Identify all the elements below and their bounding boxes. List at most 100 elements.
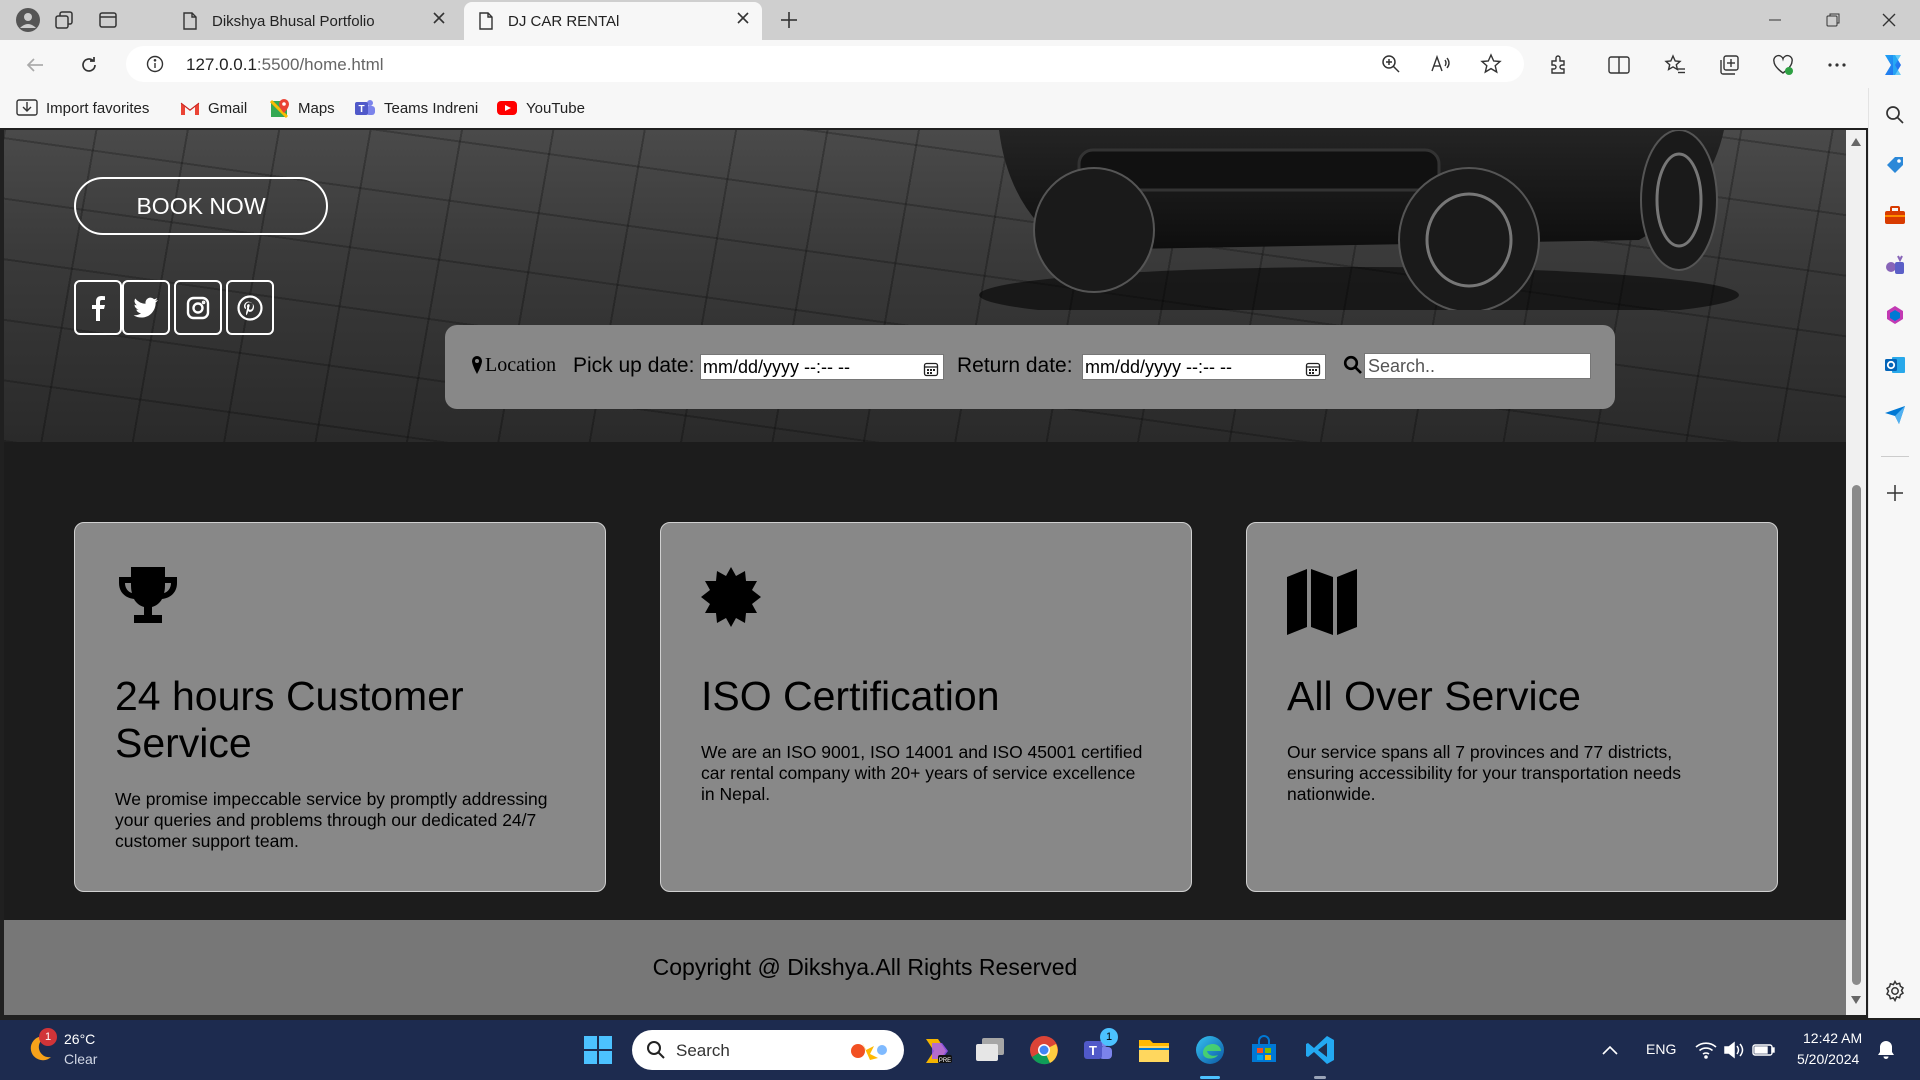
import-icon xyxy=(16,98,38,118)
microsoft-store-icon[interactable] xyxy=(1246,1032,1282,1068)
zoom-icon[interactable] xyxy=(1378,51,1404,77)
tab-car-rental[interactable]: DJ CAR RENTAl xyxy=(464,2,762,40)
minimize-button[interactable] xyxy=(1752,6,1798,34)
tab-title: DJ CAR RENTAl xyxy=(508,12,620,30)
copilot-icon[interactable] xyxy=(1878,50,1908,80)
file-explorer-icon[interactable] xyxy=(1136,1032,1172,1068)
browser-essentials-icon[interactable] xyxy=(1768,50,1798,80)
extensions-icon[interactable] xyxy=(1544,50,1574,80)
games-icon[interactable] xyxy=(1882,252,1908,278)
calendar-icon[interactable] xyxy=(1305,359,1321,383)
copyright-text: Copyright @ Dikshya.All Rights Reserved xyxy=(652,954,1078,980)
workspaces-icon[interactable] xyxy=(50,6,78,34)
reload-button[interactable] xyxy=(74,50,104,80)
microsoft365-icon[interactable] xyxy=(1882,302,1908,328)
tab-portfolio[interactable]: Dikshya Bhusal Portfolio xyxy=(168,2,458,40)
close-window-button[interactable] xyxy=(1866,6,1912,34)
shopping-tag-icon[interactable] xyxy=(1882,152,1908,178)
clock-time[interactable]: 12:42 AM xyxy=(1803,1030,1862,1046)
location-label[interactable]: Location xyxy=(485,354,556,377)
outlook-icon[interactable] xyxy=(1882,352,1908,378)
return-date-value: mm/dd/yyyy --:-- -- xyxy=(1085,357,1232,377)
teams-badge: 1 xyxy=(1100,1028,1118,1046)
notification-bell-icon[interactable] xyxy=(1868,1032,1904,1068)
running-app-indicator xyxy=(1314,1076,1326,1079)
feature-card-iso-certification: ISO Certification We are an ISO 9001, IS… xyxy=(660,522,1192,892)
calendar-icon[interactable] xyxy=(923,359,939,383)
send-icon[interactable] xyxy=(1882,402,1908,428)
search-icon[interactable] xyxy=(1882,102,1908,128)
close-tab-icon[interactable] xyxy=(432,11,446,29)
clock-date[interactable]: 5/20/2024 xyxy=(1797,1051,1859,1067)
start-button-icon[interactable] xyxy=(580,1032,616,1068)
pickup-label: Pick up date: xyxy=(573,354,695,377)
fav-gmail[interactable]: Gmail xyxy=(180,96,247,120)
instagram-icon[interactable] xyxy=(174,280,222,335)
youtube-icon xyxy=(496,100,518,116)
close-tab-icon[interactable] xyxy=(736,11,750,29)
task-view-icon[interactable] xyxy=(972,1032,1008,1068)
book-now-button[interactable]: BOOK NOW xyxy=(74,177,328,235)
location-pin-icon xyxy=(471,355,483,375)
pickup-date-value: mm/dd/yyyy --:-- -- xyxy=(703,357,850,377)
weather-temp: 26°C xyxy=(64,1031,96,1047)
taskbar-search[interactable]: Search xyxy=(632,1030,904,1070)
maps-icon xyxy=(270,98,290,118)
fav-label: Teams Indreni xyxy=(384,99,479,117)
trophy-icon xyxy=(115,565,181,630)
profile-avatar[interactable] xyxy=(14,6,42,34)
battery-icon[interactable] xyxy=(1746,1032,1782,1068)
pickup-date-input[interactable]: mm/dd/yyyy --:-- -- xyxy=(700,354,944,380)
certificate-icon xyxy=(701,567,761,632)
card-description: We promise impeccable service by promptl… xyxy=(115,789,548,851)
add-icon[interactable] xyxy=(1882,480,1908,506)
search-input[interactable] xyxy=(1364,353,1591,379)
scroll-up-arrow[interactable] xyxy=(1851,138,1861,146)
copilot-preview-icon[interactable]: PRE xyxy=(918,1032,954,1068)
collections-icon[interactable] xyxy=(1714,50,1744,80)
taskbar-search-label: Search xyxy=(676,1041,730,1060)
settings-gear-icon[interactable] xyxy=(1882,978,1908,1004)
page-scrollbar[interactable] xyxy=(1846,130,1866,1015)
card-title: ISO Certification xyxy=(701,673,1000,719)
search-icon[interactable] xyxy=(1343,355,1363,375)
scroll-down-arrow[interactable] xyxy=(1851,996,1861,1004)
fav-teams[interactable]: T Teams Indreni xyxy=(354,96,478,120)
return-date-input[interactable]: mm/dd/yyyy --:-- -- xyxy=(1082,354,1326,380)
svg-text:T: T xyxy=(1089,1043,1097,1058)
favorite-star-icon[interactable] xyxy=(1478,51,1504,77)
pinterest-icon[interactable] xyxy=(226,280,274,335)
chrome-icon[interactable] xyxy=(1026,1032,1062,1068)
edge-icon[interactable] xyxy=(1192,1032,1228,1068)
fav-label: Import favorites xyxy=(46,99,150,117)
favorites-icon[interactable] xyxy=(1660,50,1690,80)
tools-icon[interactable] xyxy=(1882,202,1908,228)
fav-label: YouTube xyxy=(526,99,585,117)
facebook-icon[interactable] xyxy=(74,280,122,335)
site-info-icon[interactable] xyxy=(142,51,168,77)
favorites-bar: Import favorites Gmail Maps T Teams Indr… xyxy=(0,88,1920,128)
new-tab-button[interactable] xyxy=(775,6,803,34)
tab-actions-icon[interactable] xyxy=(94,6,122,34)
address-bar[interactable]: 127.0.0.1:5500/home.html xyxy=(126,46,1524,82)
language-indicator[interactable]: ENG xyxy=(1646,1041,1676,1057)
url-path: :5500/home.html xyxy=(256,55,384,74)
restore-button[interactable] xyxy=(1810,6,1856,34)
url-text[interactable]: 127.0.0.1:5500/home.html xyxy=(186,55,384,75)
more-menu-icon[interactable] xyxy=(1822,50,1852,80)
chevron-up-icon[interactable] xyxy=(1592,1032,1628,1068)
address-row: 127.0.0.1:5500/home.html xyxy=(0,40,1920,88)
vscode-icon[interactable] xyxy=(1302,1032,1338,1068)
fav-maps[interactable]: Maps xyxy=(270,96,335,120)
split-screen-icon[interactable] xyxy=(1604,50,1634,80)
fav-label: Maps xyxy=(298,99,335,117)
url-host: 127.0.0.1 xyxy=(186,55,257,74)
twitter-icon[interactable] xyxy=(122,280,170,335)
scrollbar-thumb[interactable] xyxy=(1852,485,1861,985)
read-aloud-icon[interactable] xyxy=(1428,51,1454,77)
back-button[interactable] xyxy=(20,50,50,80)
fav-import[interactable]: Import favorites xyxy=(16,96,149,120)
card-title: All Over Service xyxy=(1287,673,1581,719)
fav-youtube[interactable]: YouTube xyxy=(496,96,585,120)
search-icon xyxy=(646,1040,666,1060)
